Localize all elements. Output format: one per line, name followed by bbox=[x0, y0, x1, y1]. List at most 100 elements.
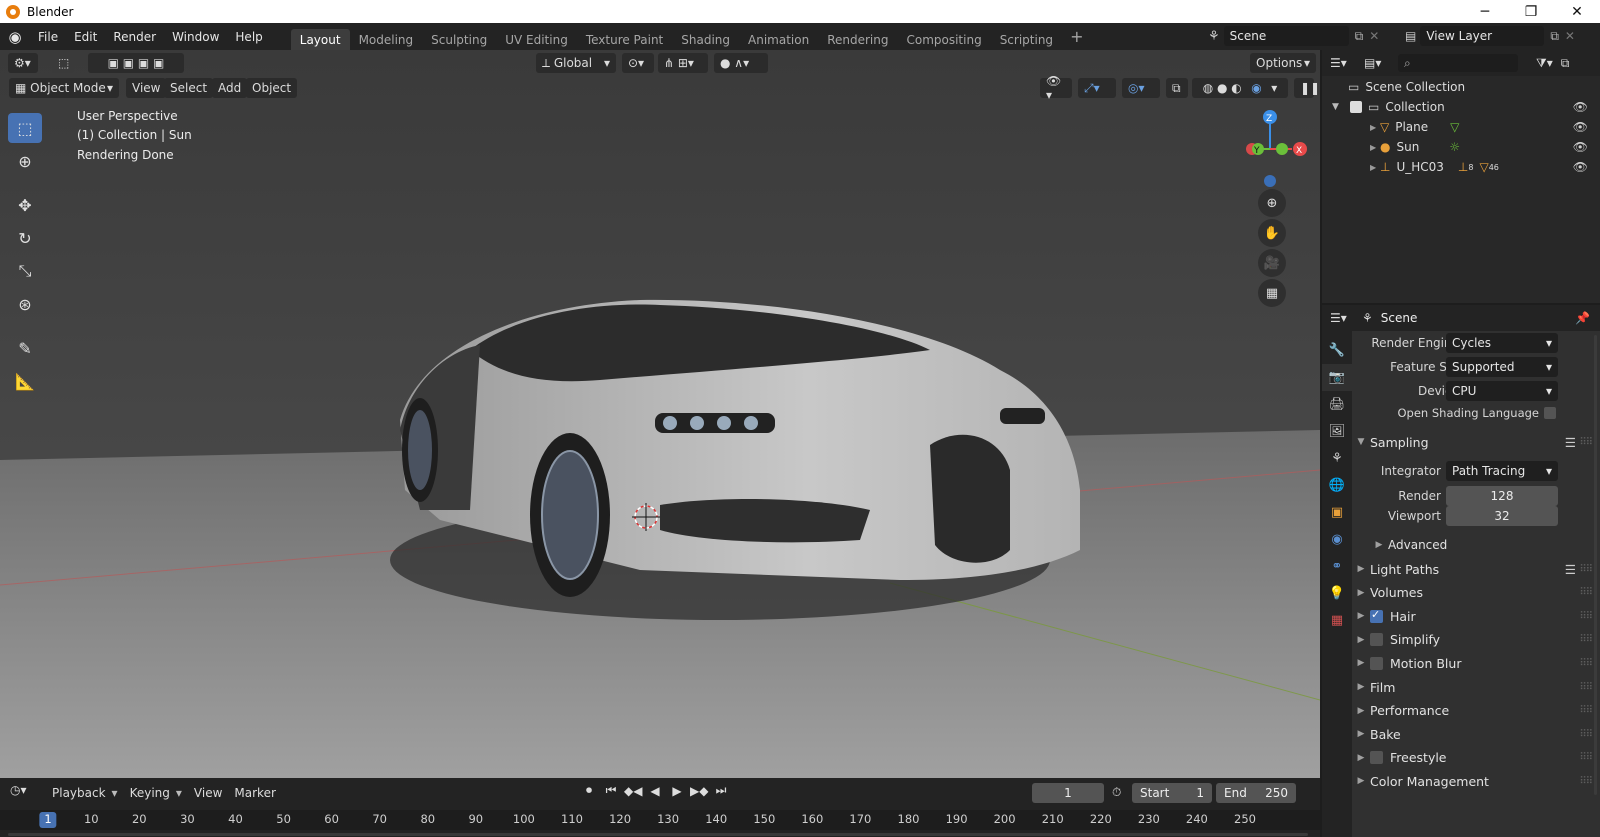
render-engine-dropdown[interactable]: Cycles ▾ bbox=[1446, 333, 1558, 353]
data-tab-icon[interactable]: 💡 bbox=[1322, 580, 1352, 607]
drag-handle-icon[interactable]: ⠿⠿ bbox=[1579, 682, 1593, 693]
view-layer-tab-icon[interactable]: 🖼 bbox=[1322, 418, 1352, 445]
filter-icon[interactable]: ⧩▾ bbox=[1536, 56, 1553, 71]
transform-tool-icon[interactable]: ⊛ bbox=[8, 289, 42, 319]
remove-view-layer-icon[interactable]: ✕ bbox=[1565, 29, 1575, 43]
collection-checkbox[interactable] bbox=[1350, 101, 1362, 113]
freestyle-panel-header[interactable]: ▶ Freestyle ⠿⠿ bbox=[1352, 747, 1600, 769]
tool-tab-icon[interactable]: 🔧 bbox=[1322, 337, 1352, 364]
overlays-toggle-icon[interactable]: ◎▾ bbox=[1122, 78, 1160, 98]
tab-texture-paint[interactable]: Texture Paint bbox=[577, 29, 672, 50]
next-keyframe-icon[interactable]: ▶◆ bbox=[690, 784, 708, 798]
eye-icon[interactable]: 👁 bbox=[1573, 160, 1588, 174]
cursor-tool-icon[interactable]: ⊕ bbox=[8, 146, 42, 176]
minimize-button[interactable]: ─ bbox=[1462, 0, 1508, 23]
viewport-samples-field[interactable]: 32 bbox=[1446, 506, 1558, 526]
drag-handle-icon[interactable]: ⠿⠿ bbox=[1579, 705, 1593, 716]
motion-blur-panel-header[interactable]: ▶ Motion Blur ⠿⠿ bbox=[1352, 652, 1600, 674]
object-mode-dropdown[interactable]: ▦ Object Mode ▾ bbox=[9, 78, 119, 98]
render-samples-field[interactable]: 128 bbox=[1446, 486, 1558, 506]
scene-name-field[interactable]: Scene bbox=[1223, 26, 1349, 46]
menu-file[interactable]: File bbox=[30, 23, 66, 50]
scene-selector-icon[interactable]: ⚘ bbox=[1208, 29, 1220, 44]
tab-modeling[interactable]: Modeling bbox=[350, 29, 423, 50]
select-tool-icon[interactable]: ⬚ bbox=[52, 53, 74, 73]
selection-mode-icons[interactable]: ▣ ▣ ▣ ▣ bbox=[88, 53, 184, 73]
new-collection-icon[interactable]: ⧉ bbox=[1561, 56, 1570, 71]
options-dropdown[interactable]: Options ▾ bbox=[1250, 53, 1316, 73]
tab-animation[interactable]: Animation bbox=[739, 29, 818, 50]
timeline-menu-view[interactable]: View bbox=[188, 786, 228, 800]
tab-rendering[interactable]: Rendering bbox=[818, 29, 897, 50]
scene-tab-icon[interactable]: ⚘ bbox=[1322, 445, 1352, 472]
outliner-item-u-hc03[interactable]: ▶ ⊥ U_HC03 ⊥ 8 ▽ 46 👁 bbox=[1322, 157, 1600, 177]
scale-tool-icon[interactable]: ⤡ bbox=[8, 256, 42, 286]
drag-handle-icon[interactable]: ⠿⠿ bbox=[1579, 634, 1593, 645]
current-frame-field[interactable]: 1 bbox=[1032, 783, 1104, 803]
end-frame-field[interactable]: End 250 bbox=[1216, 783, 1296, 803]
pan-hand-icon[interactable]: ✋ bbox=[1258, 219, 1286, 247]
physics-tab-icon[interactable]: ◉ bbox=[1322, 526, 1352, 553]
close-button[interactable]: ✕ bbox=[1554, 0, 1600, 23]
viewport-menu-view[interactable]: View bbox=[126, 78, 167, 98]
simplify-panel-header[interactable]: ▶ Simplify ⠿⠿ bbox=[1352, 629, 1600, 651]
menu-render[interactable]: Render bbox=[105, 23, 164, 50]
timeline-scrollbar[interactable] bbox=[8, 833, 1308, 836]
timeline-menu-playback[interactable]: Playback bbox=[46, 786, 112, 800]
freestyle-checkbox[interactable] bbox=[1370, 751, 1383, 765]
osl-checkbox[interactable] bbox=[1544, 407, 1556, 419]
object-tab-icon[interactable]: ▣ bbox=[1322, 499, 1352, 526]
start-frame-field[interactable]: Start 1 bbox=[1132, 783, 1212, 803]
xray-toggle-icon[interactable]: ⧉ bbox=[1166, 78, 1188, 98]
pin-icon[interactable]: 📌 bbox=[1575, 311, 1590, 325]
motion-blur-checkbox[interactable] bbox=[1370, 656, 1383, 670]
outliner-item-sun[interactable]: ▶ ● Sun ☼ 👁 bbox=[1322, 137, 1600, 157]
sampling-panel-header[interactable]: ▼ Sampling ☰ ⠿⠿ bbox=[1352, 431, 1600, 453]
zoom-icon[interactable]: ⊕ bbox=[1258, 189, 1286, 217]
drag-handle-icon[interactable]: ⠿⠿ bbox=[1579, 729, 1593, 740]
display-mode-icon[interactable]: ▤▾ bbox=[1364, 56, 1392, 70]
remove-scene-icon[interactable]: ✕ bbox=[1369, 29, 1379, 43]
visibility-selectability-icon[interactable]: 👁▾ bbox=[1040, 74, 1072, 102]
drag-handle-icon[interactable]: ⠿⠿ bbox=[1579, 658, 1593, 669]
view-layer-field[interactable]: View Layer bbox=[1420, 26, 1545, 46]
properties-editor-type-icon[interactable]: ☰▾ bbox=[1330, 311, 1360, 325]
3d-viewport[interactable]: ⚙▾ ⬚ ▣ ▣ ▣ ▣ ⟂ Global ▾ ⊙▾ ⋔ ⊞▾ ● ∧▾ Opt… bbox=[0, 50, 1320, 778]
scene-collection-row[interactable]: ▭ Scene Collection bbox=[1322, 77, 1600, 97]
hair-checkbox[interactable] bbox=[1370, 608, 1383, 623]
color-management-panel-header[interactable]: ▶ Color Management ⠿⠿ bbox=[1352, 770, 1600, 792]
editor-type-button[interactable]: ⚙▾ bbox=[8, 53, 38, 73]
timeline-menu-keying[interactable]: Keying bbox=[124, 786, 176, 800]
play-icon[interactable]: ▶ bbox=[668, 784, 686, 798]
drag-handle-icon[interactable]: ⠿⠿ bbox=[1579, 752, 1593, 763]
constraints-tab-icon[interactable]: ⚭ bbox=[1322, 553, 1352, 580]
pivot-point-icon[interactable]: ⊙▾ bbox=[622, 53, 654, 73]
drag-handle-icon[interactable]: ⠿⠿ bbox=[1579, 564, 1593, 575]
volumes-panel-header[interactable]: ▶ Volumes ⠿⠿ bbox=[1352, 582, 1600, 604]
outliner-editor-type-icon[interactable]: ☰▾ bbox=[1330, 56, 1358, 70]
eye-icon[interactable]: 👁 bbox=[1573, 120, 1588, 134]
play-reverse-icon[interactable]: ◀ bbox=[646, 784, 664, 798]
navigation-gizmo[interactable]: Z X Y bbox=[1230, 105, 1310, 195]
expand-arrow-icon[interactable]: ▼ bbox=[1332, 102, 1346, 112]
hair-panel-header[interactable]: ▶ Hair ⠿⠿ bbox=[1352, 605, 1600, 627]
film-panel-header[interactable]: ▶ Film ⠿⠿ bbox=[1352, 676, 1600, 698]
camera-view-icon[interactable]: 🎥 bbox=[1258, 249, 1286, 277]
drag-handle-icon[interactable]: ⠿⠿ bbox=[1579, 587, 1593, 598]
output-tab-icon[interactable]: 🖨 bbox=[1322, 391, 1352, 418]
drag-handle-icon[interactable]: ⠿⠿ bbox=[1579, 611, 1593, 622]
integrator-dropdown[interactable]: Path Tracing ▾ bbox=[1446, 461, 1558, 481]
render-tab-icon[interactable]: 📷 bbox=[1322, 364, 1352, 391]
new-view-layer-icon[interactable]: ⧉ bbox=[1550, 29, 1559, 44]
eye-icon[interactable]: 👁 bbox=[1573, 140, 1588, 154]
expand-arrow-icon[interactable]: ▶ bbox=[1370, 143, 1380, 152]
tab-scripting[interactable]: Scripting bbox=[991, 29, 1062, 50]
current-frame-marker[interactable]: 1 bbox=[39, 812, 57, 828]
timeline-menu-marker[interactable]: Marker bbox=[228, 786, 281, 800]
move-tool-icon[interactable]: ✥ bbox=[8, 190, 42, 220]
eye-icon[interactable]: 👁 bbox=[1573, 100, 1588, 114]
tab-uv-editing[interactable]: UV Editing bbox=[496, 29, 577, 50]
presets-list-icon[interactable]: ☰ bbox=[1565, 562, 1576, 577]
tab-layout[interactable]: Layout bbox=[290, 29, 350, 50]
viewport-menu-select[interactable]: Select bbox=[164, 78, 214, 98]
